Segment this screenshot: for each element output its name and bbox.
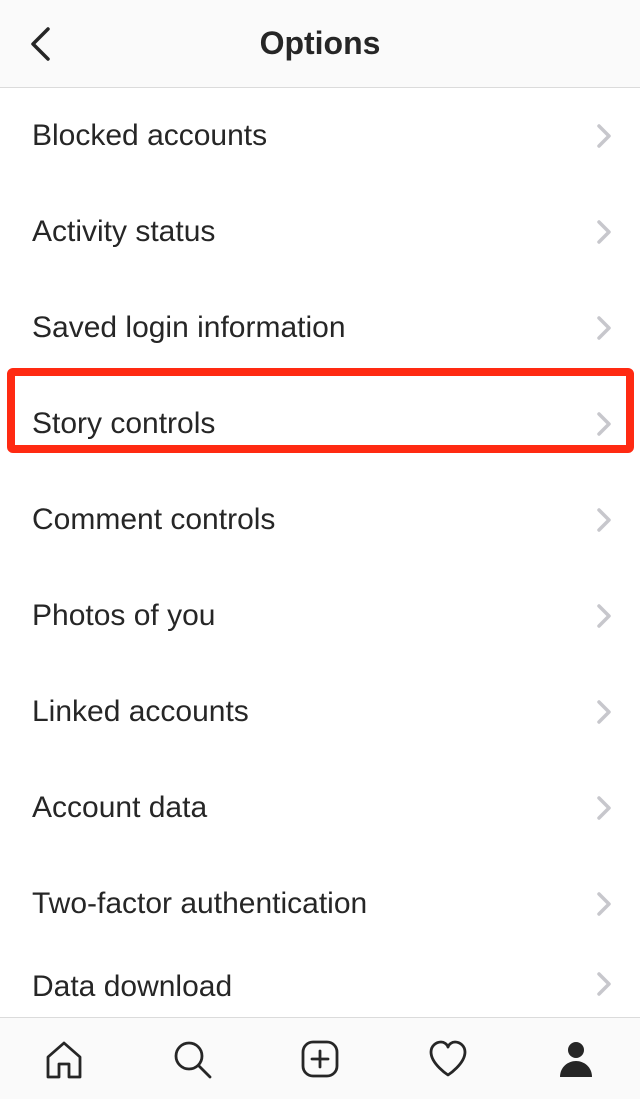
- row-linked-accounts[interactable]: Linked accounts: [0, 664, 640, 760]
- home-icon: [42, 1037, 86, 1081]
- row-label: Account data: [32, 791, 590, 825]
- chevron-right-icon: [590, 410, 618, 438]
- chevron-right-icon: [590, 794, 618, 822]
- row-data-download[interactable]: Data download: [0, 952, 640, 1017]
- chevron-right-icon: [590, 890, 618, 918]
- row-label: Two-factor authentication: [32, 887, 590, 921]
- chevron-right-icon: [590, 122, 618, 150]
- row-label: Story controls: [32, 407, 590, 441]
- chevron-right-icon: [590, 506, 618, 534]
- nav-search[interactable]: [167, 1034, 217, 1084]
- row-label: Photos of you: [32, 599, 590, 633]
- chevron-right-icon: [590, 698, 618, 726]
- row-label: Comment controls: [32, 503, 590, 537]
- options-list: Blocked accounts Activity status Saved l…: [0, 88, 640, 1017]
- back-chevron-icon: [29, 26, 51, 62]
- nav-activity[interactable]: [423, 1034, 473, 1084]
- row-label: Data download: [32, 970, 590, 1004]
- add-post-icon: [298, 1037, 342, 1081]
- chevron-right-icon: [590, 314, 618, 342]
- profile-icon: [554, 1037, 598, 1081]
- heart-icon: [426, 1037, 470, 1081]
- row-two-factor-authentication[interactable]: Two-factor authentication: [0, 856, 640, 952]
- row-label: Saved login information: [32, 311, 590, 345]
- row-account-data[interactable]: Account data: [0, 760, 640, 856]
- nav-add[interactable]: [295, 1034, 345, 1084]
- header-bar: Options: [0, 0, 640, 88]
- chevron-right-icon: [590, 602, 618, 630]
- row-comment-controls[interactable]: Comment controls: [0, 472, 640, 568]
- nav-profile[interactable]: [551, 1034, 601, 1084]
- row-activity-status[interactable]: Activity status: [0, 184, 640, 280]
- row-label: Blocked accounts: [32, 119, 590, 153]
- row-label: Linked accounts: [32, 695, 590, 729]
- row-photos-of-you[interactable]: Photos of you: [0, 568, 640, 664]
- search-icon: [170, 1037, 214, 1081]
- nav-home[interactable]: [39, 1034, 89, 1084]
- back-button[interactable]: [20, 24, 60, 64]
- row-saved-login-information[interactable]: Saved login information: [0, 280, 640, 376]
- bottom-nav: [0, 1017, 640, 1099]
- chevron-right-icon: [590, 218, 618, 246]
- page-title: Options: [0, 25, 640, 62]
- row-blocked-accounts[interactable]: Blocked accounts: [0, 88, 640, 184]
- chevron-right-icon: [590, 970, 618, 998]
- row-story-controls[interactable]: Story controls: [0, 376, 640, 472]
- row-label: Activity status: [32, 215, 590, 249]
